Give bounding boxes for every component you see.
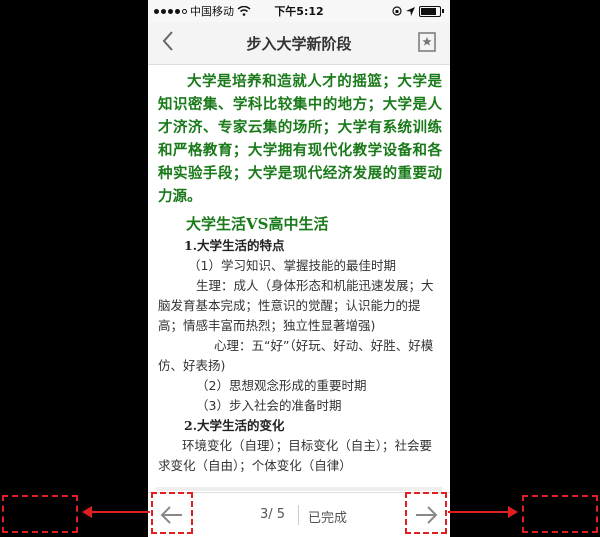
back-chevron-icon[interactable]	[162, 30, 174, 58]
annotation-box-right-outer	[522, 495, 598, 533]
article-content: 大学是培养和造就人才的摇篮；大学是知识密集、学科比较集中的地方；大学是人才济济、…	[148, 65, 450, 476]
body-line: （2）思想观念形成的重要时期	[196, 378, 367, 393]
nav-bar: 步入大学新阶段	[148, 22, 450, 65]
body-line: 生理：成人（身体形态和机能迅速发展；大脑发育基本完成；性意识的觉醒；认识能力的提…	[158, 278, 434, 333]
status-right	[392, 5, 444, 17]
annotation-box-prev	[151, 492, 193, 534]
annotation-box-left-outer	[2, 495, 78, 533]
location-icon	[406, 6, 415, 16]
progress-strip	[156, 487, 442, 491]
intro-paragraph: 大学是培养和造就人才的摇篮；大学是知识密集、学科比较集中的地方；大学是人才济济、…	[158, 74, 442, 205]
subheading-1: 1.大学生活的特点	[184, 238, 285, 253]
annotation-arrow-right	[448, 511, 510, 513]
annotation-arrowhead-right	[508, 506, 518, 518]
article-body: 1.大学生活的特点 （1）学习知识、掌握技能的最佳时期 生理：成人（身体形态和机…	[158, 236, 442, 476]
annotation-arrowhead-left	[82, 506, 92, 518]
section-title: 大学生活VS高中生活	[186, 215, 329, 233]
bookmark-icon[interactable]	[418, 32, 436, 56]
body-line: （1）学习知识、掌握技能的最佳时期	[188, 258, 396, 273]
subheading-2: 2.大学生活的变化	[184, 418, 285, 433]
page-title: 步入大学新阶段	[246, 34, 352, 53]
divider	[298, 505, 299, 525]
rotation-lock-icon	[392, 6, 402, 16]
status-bar: 中国移动 下午5:12	[148, 0, 450, 22]
body-line: 心理：五“好”（好玩、好动、好胜、好模仿、好表扬)	[158, 338, 434, 373]
body-line: （3）步入社会的准备时期	[196, 398, 342, 413]
annotation-box-next	[405, 492, 447, 534]
phone-screen: 中国移动 下午5:12 步入大学新阶段 大学是培养和造就人才的摇篮；大学是知识密…	[148, 0, 450, 537]
battery-icon	[419, 5, 441, 17]
completion-status: 已完成	[308, 511, 348, 526]
body-line: 环境变化（自理）；目标变化（自主）；社会要求变化（自由）；个体变化（自律）	[158, 438, 433, 473]
annotation-arrow-left	[90, 511, 150, 513]
page-indicator: 3/ 5	[260, 507, 286, 522]
